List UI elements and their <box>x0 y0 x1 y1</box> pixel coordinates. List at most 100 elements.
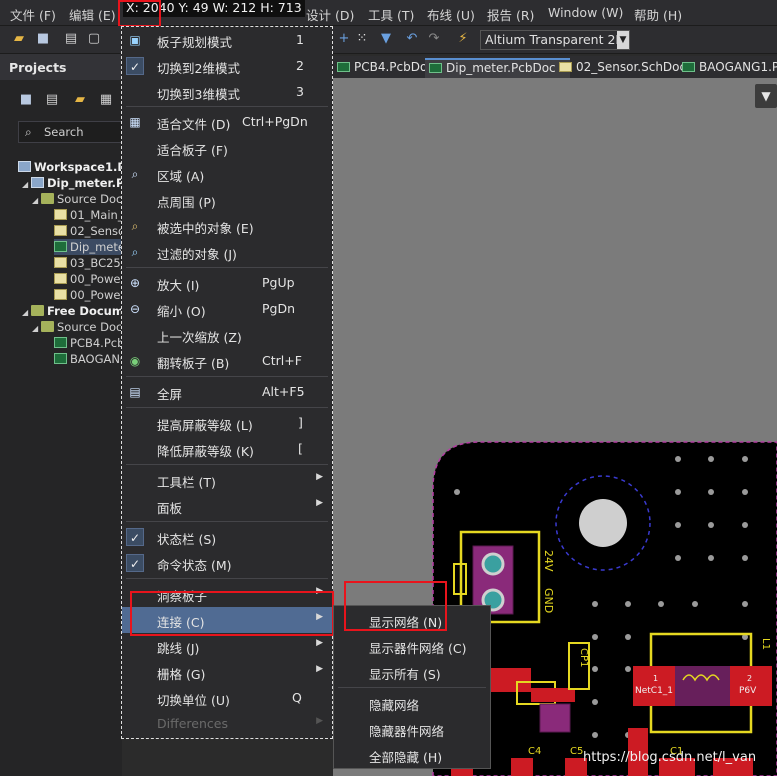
tree-item-source-folder[interactable]: ◢ Source Doc <box>32 191 122 207</box>
tree-item-document[interactable]: 01_Main_ <box>54 207 124 223</box>
menu-item-around-point[interactable]: 点周围 (P) <box>122 187 332 213</box>
redo-icon[interactable]: ↷ <box>426 31 442 47</box>
menu-item-2d-mode[interactable]: ✓ 切换到2维模式 2 <box>122 53 332 79</box>
wand-icon[interactable]: ⚡ <box>455 31 471 47</box>
menu-item-command-status[interactable]: ✓ 命令状态 (M) <box>122 550 332 576</box>
schematic-icon <box>54 257 67 268</box>
collapse-triangle-icon[interactable]: ◢ <box>22 177 31 193</box>
collapse-triangle-icon[interactable]: ◢ <box>32 321 41 337</box>
check-icon: ✓ <box>126 554 144 572</box>
menu-item-grids[interactable]: 栅格 (G) ▶ <box>122 659 332 685</box>
menu-item-3d-mode[interactable]: 切换到3维模式 3 <box>122 79 332 105</box>
save-icon[interactable]: ■ <box>18 92 34 108</box>
menu-item-fit-board[interactable]: 适合板子 (F) <box>122 135 332 161</box>
menu-separator <box>126 407 328 408</box>
menu-item-raise-shield[interactable]: 提高屏蔽等级 (L) ] <box>122 410 332 436</box>
menu-reports[interactable]: 报告 (R) <box>487 5 534 24</box>
menu-item-zoom-in[interactable]: ⊕ 放大 (I) PgUp <box>122 270 332 296</box>
pcb-icon <box>54 353 67 364</box>
panel-title: Projects <box>9 60 67 75</box>
tab-dip-meter[interactable]: Dip_meter.PcbDoc * <box>425 58 571 78</box>
menu-item-filtered-objects[interactable]: ⌕ 过滤的对象 (J) <box>122 239 332 265</box>
tree-item-document[interactable]: BAOGANG <box>54 351 129 367</box>
documents-icon[interactable]: ▤ <box>44 92 60 108</box>
tree-item-document[interactable]: 00_Power <box>54 271 125 287</box>
tab-sensor-schematic[interactable]: 02_Sensor.SchDoc <box>555 58 691 78</box>
projects-panel: Projects ■ ▤ ▰ ▦ ⌕ Search Workspace1.Dsn… <box>0 54 142 776</box>
menu-window[interactable]: Window (W) <box>548 5 623 20</box>
open-icon[interactable]: ▰ <box>11 31 27 47</box>
submenu-item-hide-net[interactable]: 隐藏网络 <box>334 690 490 716</box>
tree-item-document-selected[interactable]: Dip_mete <box>54 239 125 255</box>
tab-baogang[interactable]: BAOGANG1.PC <box>678 58 777 78</box>
pcb-icon <box>337 62 350 72</box>
menu-item-toolbars[interactable]: 工具栏 (T) ▶ <box>122 467 332 493</box>
menu-item-jumpers[interactable]: 跳线 (J) ▶ <box>122 633 332 659</box>
c4-pad <box>511 758 533 776</box>
tree-item-document[interactable]: PCB4.Pcbl <box>54 335 128 351</box>
undo-icon[interactable]: ↶ <box>404 31 420 47</box>
menu-route[interactable]: 布线 (U) <box>427 5 475 24</box>
menu-item-toggle-units[interactable]: 切换单位 (U) Q <box>122 685 332 711</box>
collapse-triangle-icon[interactable]: ◢ <box>32 193 41 209</box>
print-icon[interactable]: ▤ <box>63 31 79 47</box>
menu-item-panels[interactable]: 面板 ▶ <box>122 493 332 519</box>
menu-item-zoom-out[interactable]: ⊖ 缩小 (O) PgDn <box>122 296 332 322</box>
copper-pour <box>539 703 571 733</box>
board-plan-icon: ▣ <box>129 33 141 47</box>
menu-file[interactable]: 文件 (F) <box>10 5 56 24</box>
tree-item-document[interactable]: 03_BC25_ <box>54 255 126 271</box>
pcb-icon <box>54 337 67 348</box>
menu-item-selected-objects[interactable]: ⌕ 被选中的对象 (E) <box>122 213 332 239</box>
tree-item-document[interactable]: 02_Senso <box>54 223 125 239</box>
cp1-pad-2 <box>531 688 575 702</box>
project-search-input[interactable]: ⌕ Search <box>18 121 128 143</box>
folder-icon <box>31 305 44 316</box>
menu-edit[interactable]: 编辑 (E) <box>69 5 116 24</box>
folder-open-icon[interactable]: ▰ <box>72 92 88 108</box>
menu-item-differences: Differences ▶ <box>157 716 323 731</box>
pcb-icon <box>429 63 442 73</box>
silk-l1-label: L1 <box>760 638 771 650</box>
search-icon: ⌕ <box>25 125 32 139</box>
menu-item-area[interactable]: ⌕ 区域 (A) <box>122 161 332 187</box>
schematic-icon <box>54 225 67 236</box>
silk-c4-label: C4 <box>528 746 541 757</box>
chevron-down-icon[interactable]: ▼ <box>617 31 629 49</box>
menu-design[interactable]: 设计 (D) <box>306 5 354 24</box>
menu-item-previous-zoom[interactable]: 上一次缩放 (Z) <box>122 322 332 348</box>
menu-help[interactable]: 帮助 (H) <box>634 5 682 24</box>
tree-item-document[interactable]: 00_Power <box>54 287 125 303</box>
submenu-arrow-icon: ▶ <box>316 664 323 674</box>
preview-icon[interactable]: ▢ <box>86 31 102 47</box>
menu-item-board-planning[interactable]: ▣ 板子规划模式 1 <box>122 27 332 53</box>
tab-pcb4[interactable]: PCB4.PcbDoc <box>333 58 439 78</box>
silk-gnd-label: GND <box>542 588 555 613</box>
submenu-item-hide-component-nets[interactable]: 隐藏器件网络 <box>334 716 490 742</box>
selected-objects-icon: ⌕ <box>131 219 139 233</box>
menu-item-flip-board[interactable]: ◉ 翻转板子 (B) Ctrl+F <box>122 348 332 374</box>
panel-toolbar: ■ ▤ ▰ ▦ <box>0 90 122 110</box>
save-icon[interactable]: ■ <box>35 31 51 47</box>
submenu-item-hide-all[interactable]: 全部隐藏 (H) <box>334 742 490 768</box>
render-mode-select[interactable]: Altium Transparent 2D ▼ <box>480 30 630 50</box>
menu-item-status-bar[interactable]: ✓ 状态栏 (S) <box>122 524 332 550</box>
collapse-triangle-icon[interactable]: ◢ <box>22 305 31 321</box>
toolbar: ▰ ■ ▤ ▢ + ⁙ ▼ ↶ ↷ ⚡ Altium Transparent 2… <box>0 26 777 54</box>
check-icon: ✓ <box>126 57 144 75</box>
menu-tools[interactable]: 工具 (T) <box>368 5 414 24</box>
submenu-item-show-all[interactable]: 显示所有 (S) <box>334 659 490 685</box>
clear-filter-icon[interactable]: ▼ <box>378 31 394 47</box>
move-icon[interactable]: ⁙ <box>354 31 370 47</box>
tree-item-source-folder[interactable]: ◢ Source Doc <box>32 319 122 335</box>
menu-item-lower-shield[interactable]: 降低屏蔽等级 (K) [ <box>122 436 332 462</box>
zoom-out-icon: ⊖ <box>129 302 141 316</box>
menu-item-fullscreen[interactable]: ▤ 全屏 Alt+F5 <box>122 379 332 405</box>
submenu-item-show-component-nets[interactable]: 显示器件网络 (C) <box>334 633 490 659</box>
project-options-icon[interactable]: ▦ <box>98 92 114 108</box>
menu-item-fit-document[interactable]: ▦ 适合文件 (D) Ctrl+PgDn <box>122 109 332 135</box>
workspace-icon <box>18 161 31 172</box>
cross-select-icon[interactable]: + <box>336 31 352 47</box>
filtered-objects-icon: ⌕ <box>131 245 139 259</box>
menu-separator <box>338 687 486 688</box>
